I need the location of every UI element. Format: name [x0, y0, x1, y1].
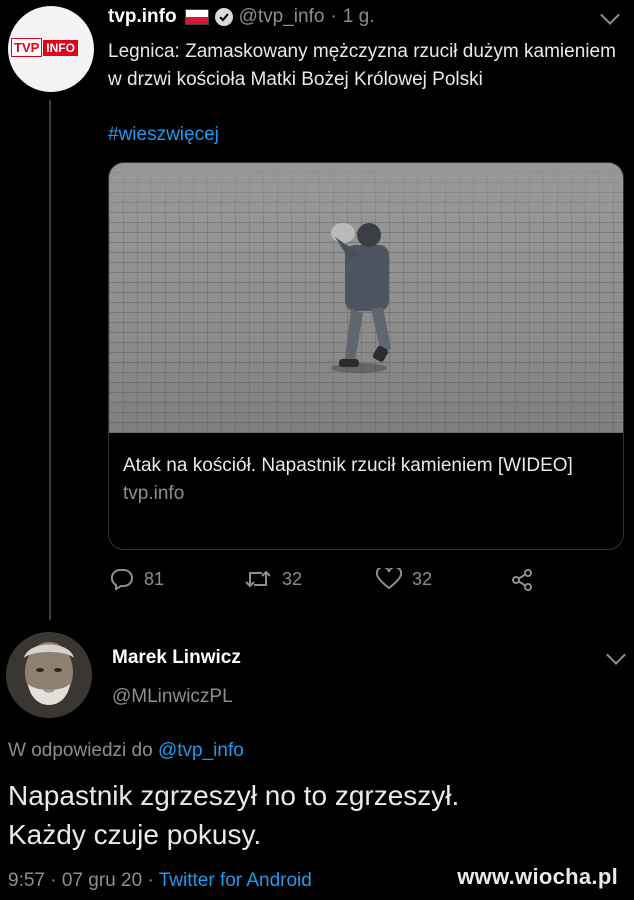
tweet1-separator: · [330, 6, 337, 27]
tweet2-text: Napastnik zgrzeszył no to zgrzeszył. Każ… [8, 776, 628, 854]
tweet2-text-line1: Napastnik zgrzeszył no to zgrzeszył. [8, 780, 460, 811]
person-figure-image [331, 223, 391, 373]
tweet1-action-bar: 81 32 32 [108, 568, 548, 596]
tweet1-hashtag-link[interactable]: #wieszwięcej [108, 124, 219, 146]
tweet2-author-name[interactable]: Marek Linwicz [112, 647, 241, 669]
retweet-button[interactable]: 32 [244, 568, 302, 590]
retweet-count: 32 [282, 568, 303, 589]
tweet2-time[interactable]: 9:57 [8, 870, 45, 891]
tvp-info-logo: TVP INFO [11, 38, 78, 57]
share-icon [512, 569, 532, 591]
tweet2-date[interactable]: 07 gru 20 [62, 870, 142, 891]
watermark: www.wiocha.pl [457, 864, 618, 889]
share-button[interactable] [510, 568, 534, 592]
tweet2-meta: 9:57 · 07 gru 20 · Twitter for Android [8, 870, 312, 892]
like-count: 32 [412, 568, 433, 589]
poland-flag-icon [184, 9, 209, 25]
reply-prefix: W odpowiedzi do [8, 740, 153, 761]
reply-count: 81 [144, 568, 165, 589]
thread-connector-line [49, 100, 51, 620]
verified-badge-icon [214, 8, 233, 26]
heart-icon [376, 568, 402, 590]
reply-icon [110, 568, 133, 590]
tvp-info-avatar[interactable]: TVP INFO [8, 6, 94, 92]
link-preview-card[interactable]: Atak na kościół. Napastnik rzucił kamien… [108, 162, 624, 550]
bearded-man-avatar-image [6, 632, 92, 718]
card-title: Atak na kościół. Napastnik rzucił kamien… [123, 455, 573, 476]
tweet2-text-line2: Każdy czuje pokusy. [8, 819, 262, 850]
tweet2-author-handle[interactable]: @MLinwiczPL [112, 686, 233, 708]
tweet1-text: Legnica: Zamaskowany mężczyzna rzucił du… [108, 41, 616, 90]
marek-linwicz-avatar[interactable] [6, 632, 92, 718]
reply-to-handle-link[interactable]: @tvp_info [158, 740, 244, 761]
meta-dot: · [50, 870, 57, 891]
video-thumbnail[interactable] [109, 163, 623, 433]
reply-button[interactable]: 81 [110, 568, 164, 590]
like-button[interactable]: 32 [376, 568, 432, 590]
tweet1-time[interactable]: 1 g. [343, 6, 375, 28]
replying-to-line: W odpowiedzi do @tvp_info [8, 740, 244, 762]
tweet2-source-link[interactable]: Twitter for Android [159, 870, 312, 891]
meta-dot: · [147, 870, 154, 891]
tweet1-header: tvp.info @tvp_info · 1 g. [108, 6, 374, 28]
retweet-icon [245, 570, 271, 588]
tweet1-author-handle[interactable]: @tvp_info [239, 6, 325, 28]
tweet1-chevron-down-icon[interactable] [600, 5, 620, 25]
card-domain: tvp.info [123, 483, 185, 504]
tvp-logo-text: TVP [11, 38, 43, 57]
tweet2-chevron-down-icon[interactable] [606, 645, 626, 665]
tweet1-author-name[interactable]: tvp.info [108, 6, 177, 28]
info-logo-text: INFO [43, 39, 78, 56]
